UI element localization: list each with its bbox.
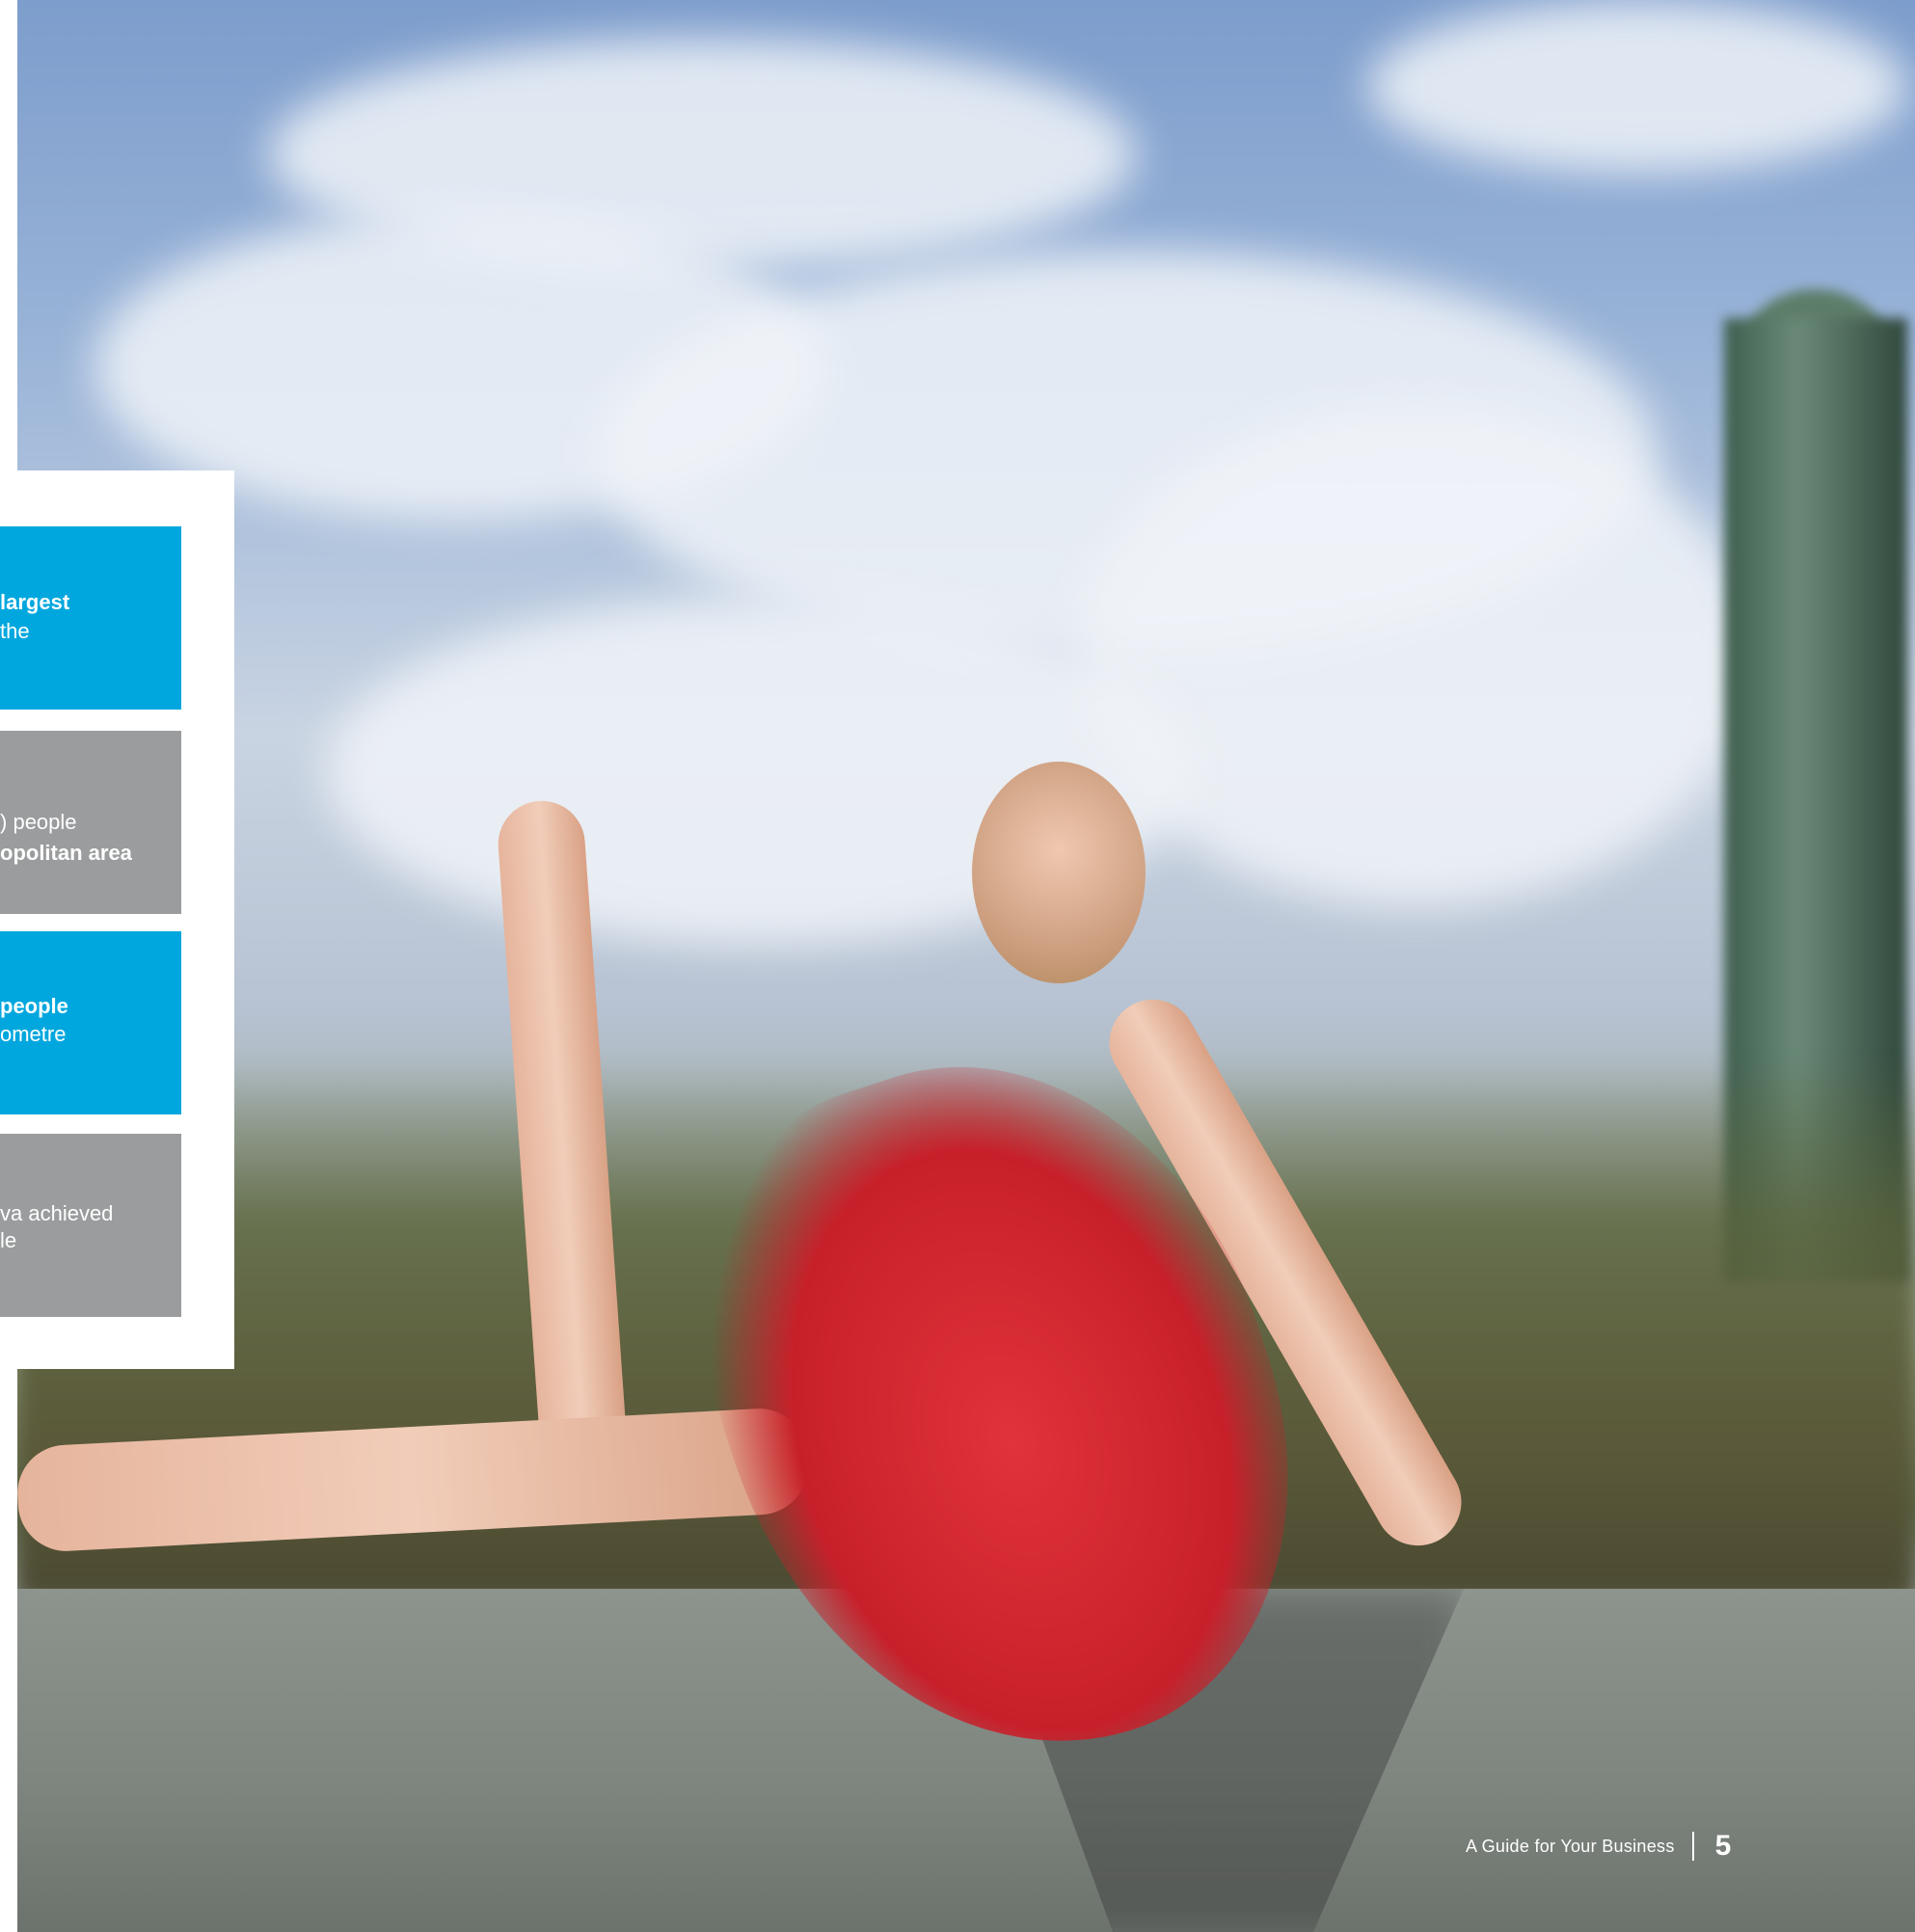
stat-3-line2: ometre — [0, 1022, 67, 1046]
footer-guide-text: A Guide for Your Business — [1466, 1836, 1675, 1856]
stat-2-regular: people — [13, 810, 77, 834]
hero-photo — [17, 0, 1915, 1932]
stat-1-bold: largest — [0, 590, 70, 614]
footer-separator — [1691, 1832, 1694, 1861]
stat-box-1: largest the — [0, 526, 181, 710]
dancer-head — [972, 762, 1146, 983]
page-footer: A Guide for Your Business 5 — [1466, 1827, 1731, 1865]
stat-4-line2: le — [0, 1228, 17, 1252]
page-number: 5 — [1714, 1830, 1732, 1862]
stat-3-bold: people — [0, 994, 68, 1018]
stat-box-3: people ometre — [0, 931, 181, 1114]
stats-panel: largest the ) people opolitan area peopl… — [0, 470, 234, 1369]
stat-4-line1: va achieved — [0, 1201, 114, 1225]
stat-box-4: va achieved le — [0, 1134, 181, 1317]
stat-box-2: ) people opolitan area — [0, 731, 181, 914]
stat-2-line2: opolitan area — [0, 841, 132, 865]
stat-1-line2: the — [0, 619, 30, 643]
